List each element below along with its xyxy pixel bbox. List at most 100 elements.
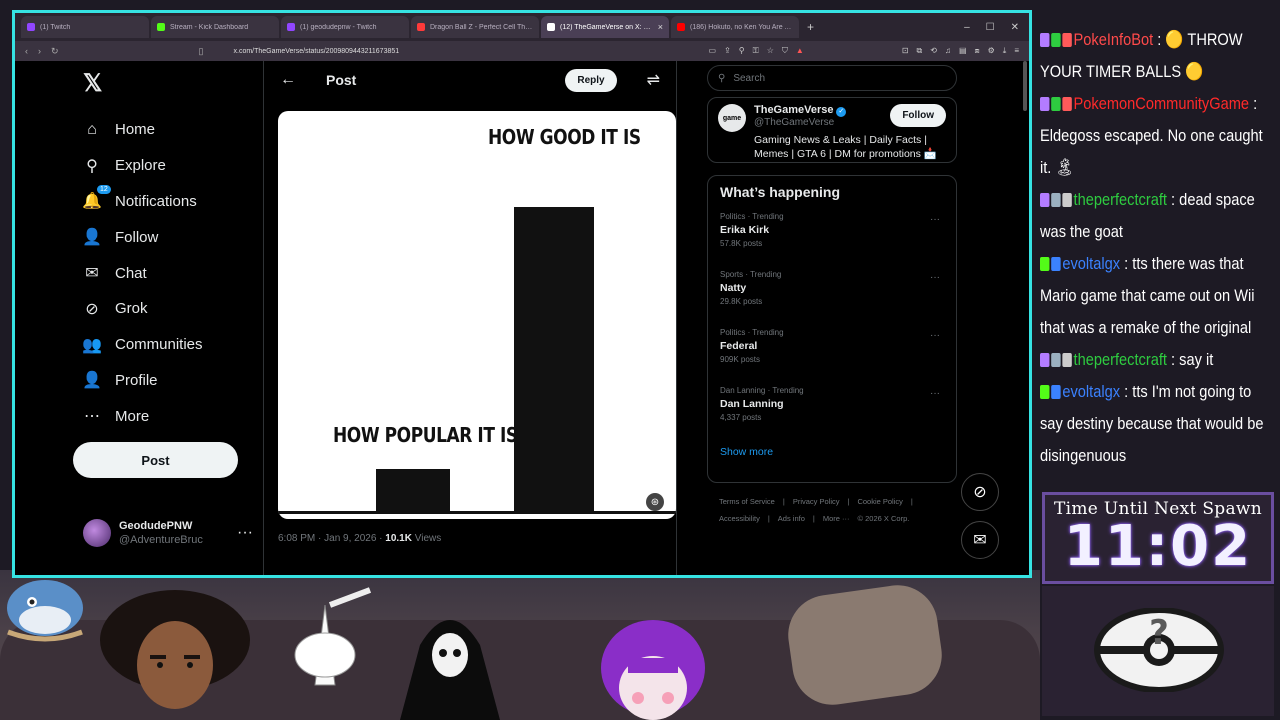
chat-username[interactable]: evoltalgx bbox=[1062, 254, 1120, 273]
zoom-icon[interactable]: ⚲ bbox=[739, 46, 745, 56]
profile-name[interactable]: TheGameVerse bbox=[754, 104, 834, 116]
account-switcher[interactable]: GeodudePNW @AdventureBruc ··· bbox=[83, 519, 253, 547]
chat-username[interactable]: evoltalgx bbox=[1062, 382, 1120, 401]
nav-label: Grok bbox=[115, 300, 148, 318]
nav-grok[interactable]: ⊘ Grok bbox=[73, 291, 243, 327]
trend-posts: 4,337 posts bbox=[720, 413, 762, 422]
nav-follow[interactable]: 👤 Follow bbox=[73, 219, 243, 255]
bookmark-icon[interactable]: ▯ bbox=[199, 46, 204, 57]
footer-separator: | bbox=[910, 497, 913, 506]
forward-arrow-icon[interactable]: › bbox=[38, 46, 41, 56]
close-tab-icon[interactable]: × bbox=[658, 22, 663, 32]
follow-button[interactable]: Follow bbox=[890, 104, 946, 127]
music-icon[interactable]: ♫ bbox=[945, 46, 951, 56]
browser-tab[interactable]: (1) geodudepnw - Twitch bbox=[281, 16, 409, 38]
messages-fab-icon[interactable]: ✉ bbox=[961, 521, 999, 559]
search-icon: ⚲ bbox=[86, 157, 98, 175]
footer-links: Terms of Service | Privacy Policy | Cookie P… bbox=[707, 493, 957, 527]
trend-item[interactable]: Dan Lanning · Trending Dan Lanning 4,337… bbox=[720, 386, 944, 444]
tab-favicon-icon bbox=[677, 23, 685, 31]
chat-username[interactable]: PokeInfoBot bbox=[1074, 30, 1154, 49]
chat-message: PokemonCommunityGame : Eldegoss escaped.… bbox=[1040, 88, 1274, 184]
browser-tab[interactable]: (1) Twitch bbox=[21, 16, 149, 38]
search-input[interactable]: ⚲ Search bbox=[707, 65, 957, 91]
more-dots-icon[interactable]: ··· bbox=[237, 524, 253, 542]
post-time[interactable]: 6:08 PM · Jan 9, 2026 · bbox=[278, 533, 385, 544]
nav-communities[interactable]: 👥 Communities bbox=[73, 327, 243, 363]
chat-username[interactable]: theperfectcraft bbox=[1074, 350, 1167, 369]
trend-item[interactable]: Politics · Trending Erika Kirk 57.8K pos… bbox=[720, 212, 944, 270]
trend-item[interactable]: Sports · Trending Natty 29.8K posts ··· bbox=[720, 270, 944, 328]
whats-happening-panel: What’s happening Politics · Trending Eri… bbox=[707, 175, 957, 483]
more-dots-icon[interactable]: ··· bbox=[930, 272, 940, 283]
nav-profile[interactable]: 👤 Profile bbox=[73, 363, 243, 399]
footer-separator: | bbox=[767, 514, 770, 523]
browser-tab-active[interactable]: (12) TheGameVerse on X: "When... × bbox=[541, 16, 669, 38]
maximize-icon[interactable]: ☐ bbox=[986, 22, 995, 33]
chat-badge-icon bbox=[1051, 97, 1061, 111]
chat-message: theperfectcraft : dead space was the goa… bbox=[1040, 184, 1274, 248]
grok-fab-icon[interactable]: ⊘ bbox=[961, 473, 999, 511]
chat-badge-icon bbox=[1040, 257, 1050, 271]
footer-link[interactable]: More ··· bbox=[823, 514, 850, 523]
share-icon[interactable]: ⇪ bbox=[724, 46, 731, 56]
key-icon[interactable]: ⚿ bbox=[753, 46, 759, 56]
shield-icon[interactable]: ⛉ bbox=[782, 46, 788, 56]
post-button[interactable]: Post bbox=[73, 442, 238, 479]
right-column: ⚲ Search game TheGameVerse ✓ @TheGameVer… bbox=[707, 61, 957, 527]
browser-tab[interactable]: Stream - Kick Dashboard bbox=[151, 16, 279, 38]
mystery-pokeball-icon: ? bbox=[1094, 608, 1224, 692]
more-dots-icon[interactable]: ··· bbox=[930, 388, 940, 399]
browser-tab[interactable]: Dragon Ball Z - Perfect Cell The... bbox=[411, 16, 539, 38]
footer-link[interactable]: Privacy Policy bbox=[793, 497, 840, 506]
more-dots-icon[interactable]: ··· bbox=[930, 214, 940, 225]
new-tab-icon[interactable]: + bbox=[801, 20, 820, 34]
sidebar-icon[interactable]: ⧉ bbox=[917, 46, 923, 56]
footer-link[interactable]: Terms of Service bbox=[719, 497, 775, 506]
capture-icon[interactable]: ⊡ bbox=[902, 46, 909, 56]
nav-home[interactable]: ⌂ Home bbox=[73, 112, 243, 148]
nav-more[interactable]: ⋯ More bbox=[73, 398, 243, 434]
main-column: ← Post Reply ⇌ HOW GOOD IT IS HOW POPULA… bbox=[263, 61, 677, 575]
media-options-icon[interactable]: ⊛ bbox=[646, 493, 664, 511]
scrollbar[interactable] bbox=[1023, 61, 1027, 111]
chat-username[interactable]: PokemonCommunityGame bbox=[1074, 94, 1250, 113]
avatar[interactable]: game bbox=[718, 104, 746, 132]
nav-chat[interactable]: ✉ Chat bbox=[73, 255, 243, 291]
browser-tab[interactable]: (186) Hokuto, no Ken You Are Alrea... bbox=[671, 16, 799, 38]
extensions-icon[interactable]: ⧈ bbox=[975, 46, 980, 56]
menu-icon[interactable]: ≡ bbox=[1014, 46, 1019, 56]
minimize-icon[interactable]: – bbox=[964, 22, 970, 33]
alert-icon[interactable]: ▲ bbox=[796, 46, 804, 56]
settings-icon[interactable]: ⚙ bbox=[988, 46, 995, 56]
history-icon[interactable]: ⟲ bbox=[930, 46, 937, 56]
footer-separator: | bbox=[782, 497, 785, 506]
trend-item[interactable]: Politics · Trending Federal 909K posts ·… bbox=[720, 328, 944, 386]
address-bar: ‹ › ↻ ▯ x.com/TheGameVerse/status/200980… bbox=[15, 41, 1029, 61]
window-controls: – ☐ ✕ bbox=[964, 22, 1029, 33]
reload-icon[interactable]: ↻ bbox=[51, 46, 59, 57]
more-dots-icon[interactable]: ··· bbox=[930, 330, 940, 341]
show-more-link[interactable]: Show more bbox=[720, 446, 944, 458]
back-arrow-icon[interactable]: ‹ bbox=[25, 46, 28, 56]
views-label: Views bbox=[411, 533, 442, 544]
filter-icon[interactable]: ⇌ bbox=[647, 70, 660, 90]
back-arrow-icon[interactable]: ← bbox=[280, 71, 296, 89]
footer-link[interactable]: Cookie Policy bbox=[857, 497, 902, 506]
nav-notifications[interactable]: 🔔 12 Notifications bbox=[73, 184, 243, 220]
spawn-timer: Time Until Next Spawn 11:02 bbox=[1042, 492, 1274, 584]
chat-badge-icon bbox=[1051, 193, 1061, 207]
reply-button[interactable]: Reply bbox=[565, 68, 617, 92]
footer-link[interactable]: Ads info bbox=[778, 514, 805, 523]
screen-icon[interactable]: ▭ bbox=[709, 46, 717, 56]
close-window-icon[interactable]: ✕ bbox=[1011, 22, 1019, 33]
footer-link[interactable]: Accessibility bbox=[719, 514, 760, 523]
x-logo-icon[interactable]: 𝕏 bbox=[83, 69, 243, 98]
post-media-image[interactable]: HOW GOOD IT IS HOW POPULAR IT IS ⊛ bbox=[278, 111, 676, 519]
nav-explore[interactable]: ⚲ Explore bbox=[73, 148, 243, 184]
wallet-icon[interactable]: ▤ bbox=[959, 46, 967, 56]
download-icon[interactable]: ⤓ bbox=[1003, 46, 1007, 56]
star-icon[interactable]: ☆ bbox=[767, 46, 774, 56]
chat-username[interactable]: theperfectcraft bbox=[1074, 190, 1167, 209]
url-field[interactable]: x.com/TheGameVerse/status/20098094432116… bbox=[234, 48, 699, 55]
